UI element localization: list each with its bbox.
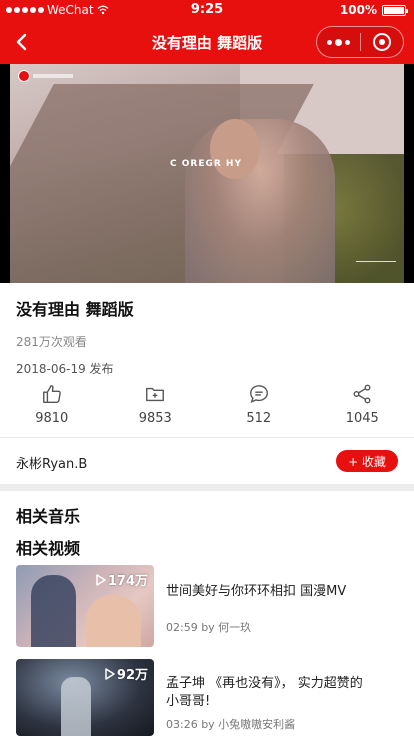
nav-bar: 没有理由 舞蹈版: [0, 20, 414, 64]
comment-icon: [249, 385, 268, 404]
action-bar: 9810 9853 512 1045: [0, 383, 414, 437]
video-thumbnail: 174万: [16, 565, 154, 647]
related-music-heading: 相关音乐: [16, 507, 81, 526]
like-count: 9810: [35, 411, 69, 426]
play-count: 174万: [96, 570, 148, 589]
related-video-title: 孟子坤 《再也没有》， 实力超赞的小哥哥!: [166, 676, 363, 709]
battery-percent: 100%: [339, 3, 377, 17]
video-frame: [10, 64, 404, 283]
battery-info: 100%: [339, 3, 408, 17]
related-video-item[interactable]: 174万 世间美好与你环环相扣 国漫MV 02:59 by 何一玖: [16, 565, 406, 647]
share-count: 1045: [345, 411, 379, 426]
video-title: 没有理由 舞蹈版: [16, 300, 134, 319]
status-bar: WeChat 9:25 100%: [0, 0, 414, 20]
netease-logo-icon: [18, 70, 30, 82]
publish-date: 2018-06-19 发布: [16, 362, 114, 376]
more-dot-icon: [345, 39, 350, 45]
favorite-label: + 收藏: [348, 454, 386, 469]
share-button[interactable]: 1045: [311, 383, 414, 437]
share-icon: [353, 384, 371, 404]
video-person: [185, 119, 335, 283]
video-info: 没有理由 舞蹈版 281万次观看 2018-06-19 发布: [0, 283, 414, 377]
section-gap: [0, 484, 414, 491]
video-thumbnail: 92万: [16, 659, 154, 736]
play-icon: [96, 573, 106, 586]
collect-button[interactable]: 9853: [104, 383, 208, 437]
mini-program-capsule: [316, 26, 404, 58]
target-icon: [372, 33, 391, 51]
more-dot-icon: [335, 38, 342, 46]
more-dot-icon: [327, 39, 332, 45]
battery-icon: [382, 4, 408, 16]
comment-button[interactable]: 512: [207, 383, 311, 437]
related-video-title: 世间美好与你环环相扣 国漫MV: [166, 584, 347, 599]
thumbnail-figure: [61, 677, 91, 736]
logo-wordmark-icon: [33, 74, 73, 78]
close-mini-program-button[interactable]: [361, 27, 403, 57]
play-count-value: 92万: [116, 668, 148, 683]
collect-count: 9853: [138, 411, 172, 426]
comment-count: 512: [246, 411, 272, 426]
view-count: 281万次观看: [16, 335, 87, 349]
like-button[interactable]: 9810: [0, 383, 104, 437]
author-name[interactable]: 永彬Ryan.B: [16, 453, 87, 472]
play-count-value: 174万: [107, 574, 148, 589]
video-watermark-icon: [356, 261, 396, 275]
thumbnail-figure: [31, 575, 76, 647]
play-icon: [105, 667, 115, 680]
video-overlay-text: C OREGR HY: [170, 159, 242, 169]
author-row: 永彬Ryan.B + 收藏: [0, 438, 414, 484]
related-videos-heading: 相关视频: [16, 539, 81, 558]
thumbs-up-icon: [42, 385, 61, 403]
related-video-meta: 03:26 by 小兔嗷嗷安利酱: [166, 718, 296, 731]
related-video-item[interactable]: 92万 孟子坤 《再也没有》， 实力超赞的小哥哥! 03:26 by 小兔嗷嗷安…: [16, 659, 406, 736]
play-count: 92万: [105, 664, 148, 683]
folder-add-icon: [146, 387, 165, 402]
related-video-meta: 02:59 by 何一玖: [166, 621, 252, 634]
thumbnail-figure: [86, 595, 141, 647]
video-person-head: [210, 119, 260, 179]
video-logo: [18, 70, 73, 82]
more-button[interactable]: [317, 27, 360, 57]
favorite-button[interactable]: + 收藏: [336, 450, 398, 472]
video-player[interactable]: C OREGR HY: [0, 64, 414, 283]
